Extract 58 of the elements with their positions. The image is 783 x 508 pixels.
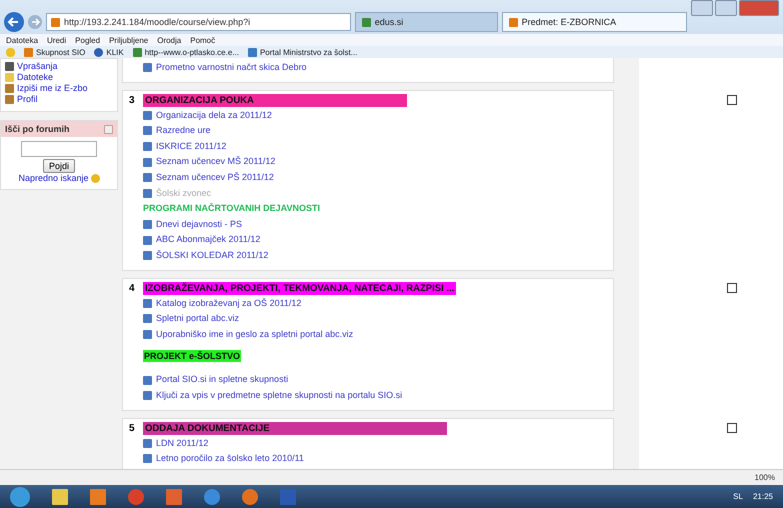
clock[interactable]: 21:25 (752, 492, 773, 501)
browser-tab[interactable]: edus.si (354, 12, 498, 32)
resource-link[interactable]: Letno poročilo za šolsko leto 2010/11 (143, 451, 607, 467)
resource-link[interactable]: Portal SIO.si in spletne skupnosti (143, 372, 607, 388)
menu-item[interactable]: Uredi (47, 36, 66, 44)
favorite-link[interactable]: Skupnost SIO (24, 48, 86, 56)
browser-tab[interactable]: Predmet: E-ZBORNICA (502, 12, 687, 32)
menu-item[interactable]: Datoteka (6, 36, 38, 44)
menu-item[interactable]: Priljubljene (109, 36, 148, 44)
resource-link[interactable]: ŠOLSKI KOLEDAR 2011/12 (143, 248, 607, 264)
start-button[interactable] (10, 486, 30, 506)
go-button[interactable]: Pojdi (42, 159, 75, 173)
checkbox-icon[interactable] (727, 422, 737, 432)
nav-link[interactable]: Profil (5, 94, 113, 105)
resource-link[interactable]: Seznam učencev MŠ 2011/12 (143, 154, 607, 170)
nav-link[interactable]: Datoteke (5, 72, 113, 83)
resource-link[interactable]: ISKRICE 2011/12 (143, 138, 607, 154)
favorite-link[interactable]: http--www.o-ptlasko.ce.e... (132, 48, 239, 56)
close-icon[interactable] (739, 0, 779, 16)
resource-link[interactable]: Prometno varnostni načrt skica Debro (143, 60, 607, 76)
search-field[interactable] (21, 141, 97, 157)
nav-link[interactable]: Vprašanja (5, 61, 113, 72)
back-icon[interactable] (4, 12, 24, 32)
language-indicator[interactable]: SL (733, 492, 743, 501)
forward-icon[interactable] (28, 15, 42, 29)
favorite-link[interactable]: Portal Ministrstvo za šolst... (248, 48, 358, 56)
resource-link[interactable]: Katalog izobraževanj za OŠ 2011/12 (143, 296, 607, 312)
collapse-icon[interactable] (104, 124, 113, 134)
checkbox-icon[interactable] (727, 94, 737, 105)
resource-link[interactable]: Uporabniško ime in geslo za spletni portal abc.viz (143, 326, 607, 342)
menu-item[interactable]: Pogled (75, 36, 100, 44)
checkbox-icon[interactable] (727, 282, 737, 293)
zoom-level[interactable]: 100% (754, 473, 775, 482)
address-field[interactable]: http://193.2.241.184/moodle/course/view.php?i (46, 13, 351, 31)
block-title: Išči po forumih (5, 124, 70, 134)
menu-item[interactable]: Orodja (157, 36, 182, 44)
resource-link[interactable]: ABC Abonmajček 2011/12 (143, 232, 607, 248)
nav-link[interactable]: Izpiši me iz E-zbo (5, 83, 113, 94)
section-title: ODDAJA DOKUMENTACIJE (143, 422, 447, 434)
section-number: 3 (129, 94, 135, 108)
project-banner: PROJEKT e-ŠOLSTVO (143, 350, 242, 362)
favorite-link[interactable]: KLIK (94, 48, 124, 56)
section-title: IZOBRAŽEVANJA, PROJEKTI, TEKMOVANJA, NATECAJI, RAZPISI ... (143, 282, 456, 295)
section-title: ORGANIZACIJA POUKA (143, 94, 407, 107)
maximize-icon[interactable] (715, 0, 737, 16)
menu-item[interactable]: Pomoč (190, 36, 216, 44)
resource-link[interactable]: LDN 2011/12 (143, 436, 607, 452)
section-number: 4 (129, 282, 135, 296)
resource-link[interactable]: Ključi za vpis v predmetne spletne skupnosti na portalu SIO.si (143, 388, 607, 404)
section-number: 5 (129, 422, 135, 436)
resource-link[interactable]: Organizacija dela za 2011/12 (143, 108, 607, 124)
resource-link[interactable]: Spletni portal abc.viz (143, 311, 607, 327)
resource-link[interactable]: Seznam učencev PŠ 2011/12 (143, 170, 607, 186)
advanced-search-link[interactable]: Napredno iskanje (18, 173, 89, 183)
resource-link[interactable]: Dnevi dejavnosti - PS (143, 216, 607, 232)
minimize-icon[interactable] (691, 0, 713, 16)
subheading: PROGRAMI NAČRTOVANIH DEJAVNOSTI (143, 202, 320, 216)
resource-link[interactable]: Razredne ure (143, 123, 607, 139)
